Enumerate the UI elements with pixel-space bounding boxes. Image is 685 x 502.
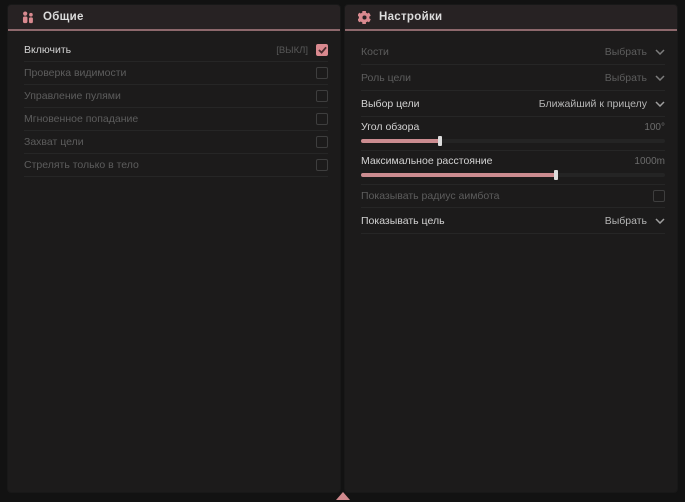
panel-general-header: Общие bbox=[8, 5, 340, 31]
fov-slider-fill bbox=[361, 139, 440, 143]
row-show-target-select-value[interactable]: Выбрать bbox=[605, 215, 647, 227]
panel-general-title: Общие bbox=[43, 11, 84, 23]
row-show-aimbot-radius[interactable]: Показывать радиус аимбота bbox=[361, 185, 665, 208]
row-target-selection[interactable]: Выбор цели Ближайший к прицелу bbox=[361, 91, 665, 117]
row-show-target[interactable]: Показывать цель Выбрать bbox=[361, 208, 665, 234]
row-target-selection-label: Выбор цели bbox=[361, 98, 420, 110]
row-fov-label: Угол обзора bbox=[361, 121, 419, 133]
row-target-role-select-value[interactable]: Выбрать bbox=[605, 72, 647, 84]
max-distance-slider-fill bbox=[361, 173, 556, 177]
row-bullet-control[interactable]: Управление пулями bbox=[24, 85, 328, 108]
row-instant-hit[interactable]: Мгновенное попадание bbox=[24, 108, 328, 131]
row-visibility-check-label: Проверка видимости bbox=[24, 67, 126, 79]
row-show-aimbot-radius-label: Показывать радиус аимбота bbox=[361, 190, 500, 202]
fov-slider-handle[interactable] bbox=[438, 136, 442, 146]
row-bones[interactable]: Кости Выбрать bbox=[361, 39, 665, 65]
row-show-aimbot-radius-checkbox[interactable] bbox=[653, 190, 665, 202]
check-icon bbox=[318, 46, 327, 54]
row-enable[interactable]: Включить [ВЫКЛ] bbox=[24, 39, 328, 62]
row-instant-hit-label: Мгновенное попадание bbox=[24, 113, 138, 125]
row-max-distance: Максимальное расстояние 1000m bbox=[361, 151, 665, 185]
row-max-distance-value: 1000m bbox=[634, 156, 665, 167]
row-target-role-label: Роль цели bbox=[361, 72, 411, 84]
panel-settings-rows: Кости Выбрать Роль цели Выбрать Выбор це… bbox=[345, 31, 677, 234]
gear-icon bbox=[358, 11, 371, 24]
scroll-up-indicator[interactable] bbox=[336, 492, 350, 500]
users-icon bbox=[21, 11, 35, 24]
row-bullet-control-checkbox[interactable] bbox=[316, 90, 328, 102]
row-target-role[interactable]: Роль цели Выбрать bbox=[361, 65, 665, 91]
chevron-down-icon[interactable] bbox=[655, 218, 665, 224]
row-target-lock-checkbox[interactable] bbox=[316, 136, 328, 148]
row-enable-hotkey: [ВЫКЛ] bbox=[276, 45, 308, 56]
panel-general-rows: Включить [ВЫКЛ] Проверка видимости Управ… bbox=[8, 31, 340, 177]
row-bones-select-value[interactable]: Выбрать bbox=[605, 46, 647, 58]
chevron-down-icon[interactable] bbox=[655, 49, 665, 55]
row-enable-label: Включить bbox=[24, 44, 71, 56]
row-max-distance-label: Максимальное расстояние bbox=[361, 155, 492, 167]
row-body-only-checkbox[interactable] bbox=[316, 159, 328, 171]
row-target-lock[interactable]: Захват цели bbox=[24, 131, 328, 154]
max-distance-slider-handle[interactable] bbox=[554, 170, 558, 180]
row-enable-checkbox[interactable] bbox=[316, 44, 328, 56]
panel-settings-title: Настройки bbox=[379, 11, 442, 23]
row-body-only[interactable]: Стрелять только в тело bbox=[24, 154, 328, 177]
row-fov-value: 100° bbox=[644, 122, 665, 133]
panel-general: Общие Включить [ВЫКЛ] Проверка видимости… bbox=[8, 5, 340, 492]
panel-settings: Настройки Кости Выбрать Роль цели Выбрат… bbox=[345, 5, 677, 492]
row-bullet-control-label: Управление пулями bbox=[24, 90, 121, 102]
fov-slider[interactable] bbox=[361, 139, 665, 143]
row-body-only-label: Стрелять только в тело bbox=[24, 159, 139, 171]
row-fov: Угол обзора 100° bbox=[361, 117, 665, 151]
max-distance-slider[interactable] bbox=[361, 173, 665, 177]
row-visibility-check-checkbox[interactable] bbox=[316, 67, 328, 79]
chevron-down-icon[interactable] bbox=[655, 75, 665, 81]
row-target-lock-label: Захват цели bbox=[24, 136, 84, 148]
row-visibility-check[interactable]: Проверка видимости bbox=[24, 62, 328, 85]
chevron-down-icon[interactable] bbox=[655, 101, 665, 107]
row-show-target-label: Показывать цель bbox=[361, 215, 445, 227]
panel-settings-header: Настройки bbox=[345, 5, 677, 31]
row-bones-label: Кости bbox=[361, 46, 389, 58]
row-target-selection-select-value[interactable]: Ближайший к прицелу bbox=[539, 98, 647, 110]
row-instant-hit-checkbox[interactable] bbox=[316, 113, 328, 125]
